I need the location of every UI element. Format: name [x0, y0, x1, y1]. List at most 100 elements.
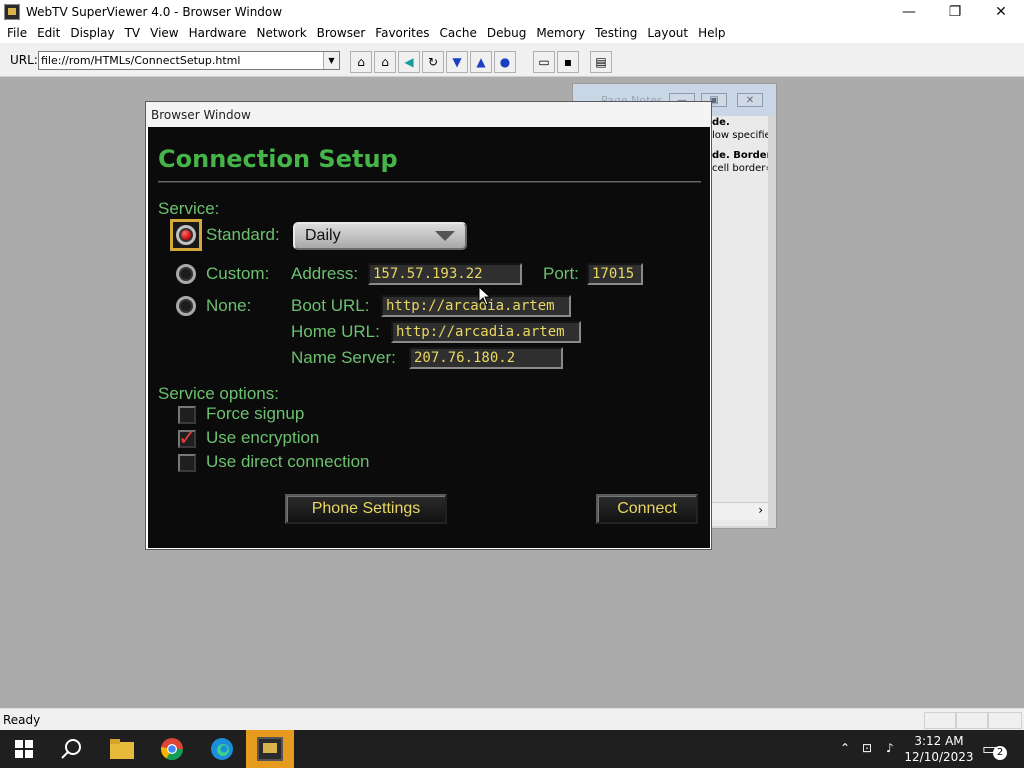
page-icon[interactable]: ▤	[590, 51, 612, 73]
edge-button[interactable]	[198, 730, 246, 768]
browser-window-titlebar[interactable]: Browser Window	[146, 102, 711, 127]
menu-network[interactable]: Network	[252, 26, 312, 40]
radio-standard[interactable]	[176, 225, 196, 245]
menu-layout[interactable]: Layout	[642, 26, 693, 40]
use-direct-label: Use direct connection	[206, 452, 370, 471]
house-icon[interactable]: ⌂	[374, 51, 396, 73]
mouse-cursor-icon	[478, 286, 492, 306]
connect-button[interactable]: Connect	[596, 494, 698, 524]
close-icon[interactable]: ✕	[737, 93, 763, 107]
menu-tv[interactable]: TV	[120, 26, 146, 40]
service-select[interactable]: Daily	[293, 222, 467, 250]
menu-display[interactable]: Display	[65, 26, 119, 40]
stop-icon[interactable]: ●	[494, 51, 516, 73]
close-button[interactable]: ✕	[978, 0, 1024, 23]
down-icon[interactable]: ▼	[446, 51, 468, 73]
note-line: de. Border	[712, 150, 768, 161]
network-icon[interactable]: ⊡	[862, 741, 872, 755]
page-notes-body: de. low specifie de. Border cell border=	[710, 116, 768, 526]
url-combobox[interactable]: file://rom/HTMLs/ConnectSetup.html ▼	[38, 51, 340, 70]
note-line: de.	[712, 117, 730, 128]
use-encryption-checkbox[interactable]: ✓	[178, 426, 196, 451]
chrome-icon	[161, 738, 183, 760]
up-icon[interactable]: ▲	[470, 51, 492, 73]
restore-button[interactable]: ❐	[932, 0, 978, 23]
menu-favorites[interactable]: Favorites	[370, 26, 434, 40]
chevron-down-icon[interactable]: ▼	[323, 52, 339, 69]
boot-url-field[interactable]: http://arcadia.artem	[381, 295, 571, 317]
use-direct-checkbox[interactable]	[178, 454, 196, 472]
menu-edit[interactable]: Edit	[32, 26, 65, 40]
boot-url-label: Boot URL:	[291, 296, 370, 315]
app-icon	[4, 3, 20, 20]
name-server-field[interactable]: 207.76.180.2	[409, 347, 563, 369]
chevron-down-icon	[435, 231, 455, 241]
none-label: None:	[206, 296, 252, 315]
clock[interactable]: 3:12 AM 12/10/2023	[904, 733, 974, 765]
save-icon[interactable]: ▪	[557, 51, 579, 73]
phone-settings-button[interactable]: Phone Settings	[285, 494, 447, 524]
status-pane	[988, 712, 1022, 729]
back-icon[interactable]: ◀	[398, 51, 420, 73]
chevron-up-icon[interactable]: ⌃	[840, 741, 850, 755]
notification-count: 2	[993, 746, 1007, 760]
address-label: Address:	[291, 264, 359, 283]
menu-hardware[interactable]: Hardware	[184, 26, 252, 40]
url-input[interactable]: file://rom/HTMLs/ConnectSetup.html	[39, 54, 323, 67]
menu-debug[interactable]: Debug	[482, 26, 531, 40]
webtv-app-icon	[257, 737, 283, 761]
chrome-button[interactable]	[148, 730, 196, 768]
status-pane	[956, 712, 988, 729]
force-signup-label: Force signup	[206, 404, 305, 423]
custom-label: Custom:	[206, 264, 270, 283]
minimize-button[interactable]: —	[886, 0, 932, 23]
menu-cache[interactable]: Cache	[435, 26, 482, 40]
windows-icon	[15, 740, 33, 758]
menu-bar: File Edit Display TV View Hardware Netwo…	[0, 23, 1024, 43]
menu-testing[interactable]: Testing	[590, 26, 642, 40]
browser-window-title: Browser Window	[151, 108, 251, 122]
menu-view[interactable]: View	[145, 26, 183, 40]
notifications-button[interactable]: ▭ 2	[982, 739, 1007, 760]
folder-icon	[110, 739, 134, 759]
menu-help[interactable]: Help	[693, 26, 730, 40]
browser-window: Browser Window Connection Setup Service:…	[145, 101, 712, 550]
edge-icon	[211, 738, 233, 760]
reload-icon[interactable]: ↻	[422, 51, 444, 73]
url-label: URL:	[10, 53, 38, 67]
radio-none[interactable]	[176, 296, 196, 316]
force-signup-checkbox[interactable]	[178, 406, 196, 424]
radio-custom[interactable]	[176, 264, 196, 284]
home-icon[interactable]: ⌂	[350, 51, 372, 73]
window-title: WebTV SuperViewer 4.0 - Browser Window	[26, 4, 283, 19]
service-select-value: Daily	[305, 227, 341, 244]
address-field[interactable]: 157.57.193.22	[368, 263, 522, 285]
use-encryption-label: Use encryption	[206, 428, 320, 447]
home-url-label: Home URL:	[291, 322, 380, 341]
menu-file[interactable]: File	[2, 26, 32, 40]
search-button[interactable]	[48, 730, 96, 768]
file-explorer-button[interactable]	[98, 730, 146, 768]
status-pane	[924, 712, 956, 729]
menu-memory[interactable]: Memory	[531, 26, 590, 40]
taskbar: ⌃ ⊡ ♪ 3:12 AM 12/10/2023 ▭ 2	[0, 730, 1024, 768]
tv-screen: Connection Setup Service: Standard: Dail…	[148, 127, 710, 548]
menu-browser[interactable]: Browser	[312, 26, 371, 40]
service-options-label: Service options:	[158, 384, 279, 403]
home-url-field[interactable]: http://arcadia.artem	[391, 321, 581, 343]
webtv-taskbar-button[interactable]	[246, 730, 294, 768]
clock-date: 12/10/2023	[904, 750, 974, 764]
toolbar: URL: file://rom/HTMLs/ConnectSetup.html …	[0, 43, 1024, 77]
port-label: Port:	[543, 264, 579, 283]
port-field[interactable]: 17015	[587, 263, 643, 285]
volume-muted-icon[interactable]: ♪	[886, 741, 894, 755]
service-label: Service:	[158, 199, 220, 218]
standard-label: Standard:	[206, 225, 280, 244]
divider	[158, 181, 701, 183]
scroll-right-icon[interactable]: ›	[710, 502, 768, 520]
title-bar: WebTV SuperViewer 4.0 - Browser Window —…	[0, 0, 1024, 23]
tv-page: Connection Setup Service: Standard: Dail…	[148, 127, 710, 548]
open-folder-icon[interactable]: ▭	[533, 51, 555, 73]
note-line: cell border=	[712, 163, 768, 174]
start-button[interactable]	[0, 730, 48, 768]
